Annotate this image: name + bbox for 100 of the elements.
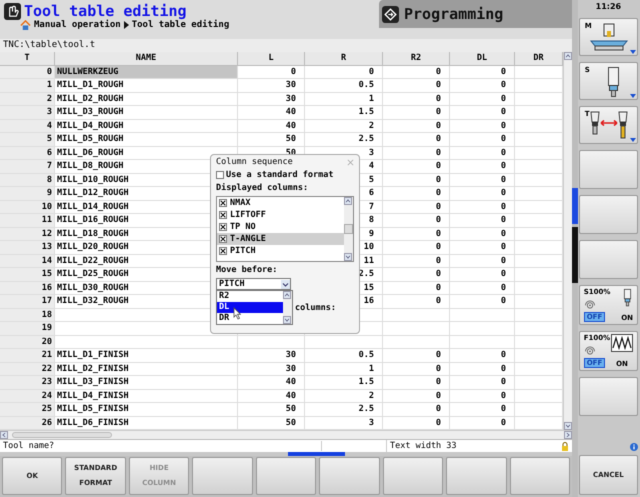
vertical-scrollbar[interactable] (563, 52, 572, 430)
checkbox[interactable] (219, 247, 227, 256)
row-number: 0 (0, 66, 55, 80)
table-cell: 0 (450, 403, 515, 417)
scroll-down-icon[interactable] (283, 316, 291, 324)
table-cell: 0 (450, 92, 515, 106)
softkey[interactable] (319, 457, 380, 495)
table-cell: 0 (450, 268, 515, 282)
horizontal-scrollbar[interactable] (0, 430, 572, 440)
breadcrumb-arrow-icon (124, 21, 129, 29)
list-item[interactable]: T-ANGLE (217, 233, 344, 246)
scroll-right-icon[interactable] (564, 431, 572, 440)
column-header[interactable]: DR (515, 52, 563, 66)
softkey[interactable] (382, 457, 444, 495)
table-cell: 50 (238, 403, 305, 417)
table-cell: 2.5 (305, 133, 383, 147)
row-number: 14 (0, 254, 55, 268)
scroll-thumb[interactable] (344, 224, 353, 234)
home-icon[interactable] (20, 20, 31, 30)
scroll-thumb[interactable] (12, 432, 112, 438)
info-icon[interactable] (630, 443, 638, 451)
table-cell: 0 (383, 146, 450, 160)
checkbox[interactable] (219, 223, 227, 232)
row-number: 22 (0, 362, 55, 376)
column-header[interactable]: R2 (383, 52, 450, 66)
side-softkey[interactable] (578, 150, 638, 189)
column-header[interactable]: T (0, 52, 55, 66)
row-number: 13 (0, 241, 55, 255)
table-cell: 0 (450, 160, 515, 174)
softkey[interactable] (446, 457, 506, 495)
softkey-page-indicator (572, 227, 578, 283)
column-header[interactable]: DL (450, 52, 515, 66)
table-cell: 30 (238, 349, 305, 363)
table-cell: MILL_D5_FINISH (55, 403, 238, 417)
column-header[interactable]: L (238, 52, 305, 66)
table-cell: 0 (383, 120, 450, 134)
table-cell: 0 (383, 133, 450, 147)
table-cell: 0 (450, 66, 515, 80)
table-cell: 40 (238, 390, 305, 404)
table-cell: 0 (383, 214, 450, 228)
scroll-up-icon[interactable] (283, 291, 291, 300)
table-cell: 0 (450, 146, 515, 160)
column-header[interactable]: R (305, 52, 383, 66)
side-softkey[interactable] (578, 377, 638, 416)
table-cell: 0 (450, 362, 515, 376)
list-scrollbar[interactable] (283, 291, 292, 324)
list-scrollbar[interactable] (344, 197, 353, 262)
table-cell: 1.5 (305, 106, 383, 120)
table-cell: 0 (383, 79, 450, 93)
softkey[interactable] (192, 457, 253, 495)
column-header[interactable]: NAME (55, 52, 238, 66)
dropdown[interactable]: PITCH (216, 278, 291, 290)
dropdown-option[interactable]: DR (217, 313, 283, 324)
checkbox[interactable] (219, 235, 227, 244)
table-cell: 0 (383, 362, 450, 376)
side-softkey[interactable] (578, 240, 638, 279)
softkey[interactable] (256, 457, 316, 495)
table-cell: MILL_D3_FINISH (55, 376, 238, 390)
app-icon (4, 2, 21, 20)
dropdown-option[interactable]: DL (217, 302, 283, 314)
checkbox[interactable] (219, 211, 227, 220)
row-number: 2 (0, 92, 55, 106)
breadcrumb-item[interactable]: Manual operation (34, 20, 121, 30)
table-cell: 0 (450, 282, 515, 296)
table-cell: 0 (383, 106, 450, 120)
table-cell: 50 (238, 133, 305, 147)
table-cell: 0.5 (305, 79, 383, 93)
row-number: 16 (0, 282, 55, 296)
side-softkey[interactable] (578, 195, 638, 234)
table-cell: MILL_D4_ROUGH (55, 120, 238, 134)
checkbox[interactable] (216, 171, 224, 180)
scroll-up-icon[interactable] (564, 52, 572, 60)
table-cell (450, 322, 515, 336)
table-cell: 0 (383, 200, 450, 214)
table-cell: 0 (383, 349, 450, 363)
clock: 11:26 (594, 1, 622, 12)
scroll-left-icon[interactable] (0, 431, 8, 440)
checkbox[interactable] (219, 199, 227, 208)
row-number: 21 (0, 349, 55, 363)
scroll-down-icon[interactable] (344, 253, 352, 262)
table-cell: 0 (450, 376, 515, 390)
table-cell: 0 (383, 66, 450, 80)
row-number: 12 (0, 228, 55, 242)
table-cell: MILL_D5_ROUGH (55, 133, 238, 147)
file-path: TNC:\table\tool.t (3, 40, 96, 50)
close-icon[interactable] (347, 158, 354, 166)
table-cell: 1.5 (305, 376, 383, 390)
dial-icon (584, 300, 596, 308)
dial-icon (584, 346, 596, 354)
table-cell: 0 (450, 133, 515, 147)
table-cell: 0 (383, 376, 450, 390)
softkey-page-indicator (572, 188, 578, 224)
scroll-up-icon[interactable] (344, 197, 352, 206)
breadcrumb-item[interactable]: Tool table editing (132, 20, 230, 30)
scroll-down-icon[interactable] (564, 422, 572, 430)
table-cell: 0.5 (305, 349, 383, 363)
mouse-pointer-icon (231, 307, 241, 322)
table-cell: 2.5 (305, 403, 383, 417)
softkey[interactable] (510, 457, 570, 495)
table-cell: 30 (238, 362, 305, 376)
